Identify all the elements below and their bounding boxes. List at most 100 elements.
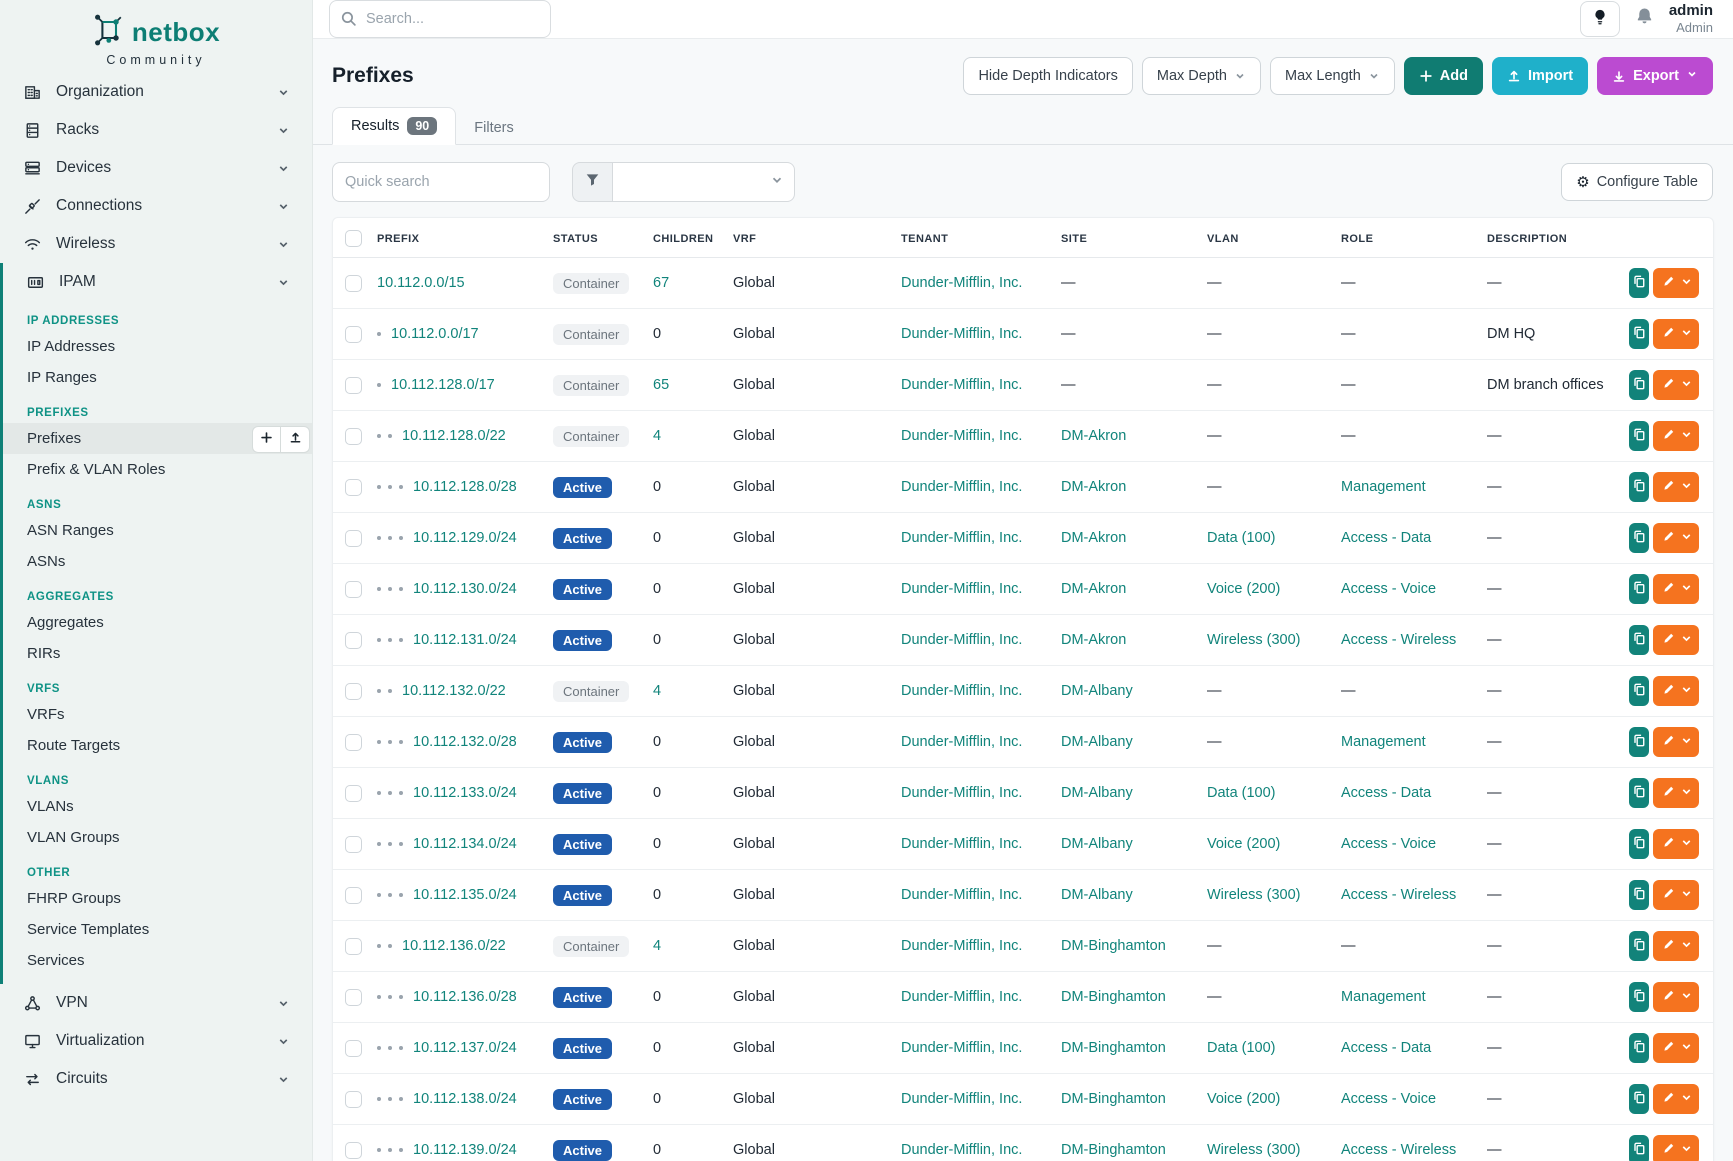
row-checkbox[interactable] (345, 275, 362, 292)
sidebar-item-ip-ranges[interactable]: IP Ranges (3, 362, 312, 393)
site-link[interactable]: DM-Albany (1061, 785, 1133, 801)
prefix-link[interactable]: 10.112.139.0/24 (413, 1142, 517, 1158)
row-checkbox[interactable] (345, 836, 362, 853)
edit-button[interactable] (1653, 1033, 1699, 1063)
column-header-vlan[interactable]: VLAN (1199, 218, 1333, 258)
copy-button[interactable] (1629, 421, 1649, 451)
copy-button[interactable] (1629, 472, 1649, 502)
edit-button[interactable] (1653, 727, 1699, 757)
site-link[interactable]: DM-Binghamton (1061, 989, 1166, 1005)
sidebar-item-circuits[interactable]: Circuits (0, 1060, 312, 1098)
edit-button[interactable] (1653, 319, 1699, 349)
edit-button[interactable] (1653, 676, 1699, 706)
edit-button[interactable] (1653, 1135, 1699, 1161)
row-checkbox[interactable] (345, 326, 362, 343)
site-link[interactable]: DM-Albany (1061, 887, 1133, 903)
saved-filter-select[interactable] (613, 162, 795, 202)
add-button[interactable]: Add (1404, 57, 1483, 95)
copy-button[interactable] (1629, 1084, 1649, 1114)
sidebar-item-devices[interactable]: Devices (0, 149, 312, 187)
sidebar-item-virtualization[interactable]: Virtualization (0, 1022, 312, 1060)
column-header-site[interactable]: SITE (1053, 218, 1199, 258)
vlan-link[interactable]: Data (100) (1207, 1040, 1276, 1056)
edit-button[interactable] (1653, 931, 1699, 961)
sidebar-item-service-templates[interactable]: Service Templates (3, 914, 312, 945)
user-menu[interactable]: admin Admin (1669, 2, 1713, 36)
prefix-link[interactable]: 10.112.133.0/24 (413, 785, 517, 801)
role-link[interactable]: Access - Voice (1341, 1091, 1436, 1107)
theme-toggle-button[interactable] (1580, 1, 1620, 37)
role-link[interactable]: Access - Data (1341, 785, 1431, 801)
tenant-link[interactable]: Dunder-Mifflin, Inc. (901, 887, 1022, 903)
sidebar-item-services[interactable]: Services (3, 945, 312, 976)
row-checkbox[interactable] (345, 887, 362, 904)
quick-import-button[interactable] (281, 426, 310, 453)
tenant-link[interactable]: Dunder-Mifflin, Inc. (901, 836, 1022, 852)
tenant-link[interactable]: Dunder-Mifflin, Inc. (901, 989, 1022, 1005)
copy-button[interactable] (1629, 523, 1649, 553)
site-link[interactable]: DM-Albany (1061, 836, 1133, 852)
copy-button[interactable] (1629, 574, 1649, 604)
edit-button[interactable] (1653, 574, 1699, 604)
vlan-link[interactable]: Voice (200) (1207, 1091, 1280, 1107)
row-checkbox[interactable] (345, 989, 362, 1006)
sidebar-item-ip-addresses[interactable]: IP Addresses (3, 331, 312, 362)
tenant-link[interactable]: Dunder-Mifflin, Inc. (901, 632, 1022, 648)
site-link[interactable]: DM-Albany (1061, 683, 1133, 699)
children-link[interactable]: 4 (653, 938, 661, 954)
tenant-link[interactable]: Dunder-Mifflin, Inc. (901, 683, 1022, 699)
vlan-link[interactable]: Data (100) (1207, 785, 1276, 801)
edit-button[interactable] (1653, 523, 1699, 553)
edit-button[interactable] (1653, 268, 1699, 298)
site-link[interactable]: DM-Binghamton (1061, 1142, 1166, 1158)
quick-add-button[interactable] (252, 426, 281, 453)
copy-button[interactable] (1629, 727, 1649, 757)
row-checkbox[interactable] (345, 683, 362, 700)
prefix-link[interactable]: 10.112.128.0/17 (391, 377, 495, 393)
sidebar-item-prefix-vlan-roles[interactable]: Prefix & VLAN Roles (3, 454, 312, 485)
tenant-link[interactable]: Dunder-Mifflin, Inc. (901, 326, 1022, 342)
row-checkbox[interactable] (345, 1091, 362, 1108)
sidebar-item-ipam[interactable]: IPAM (3, 263, 312, 301)
column-header-prefix[interactable]: PREFIX (369, 218, 545, 258)
row-checkbox[interactable] (345, 734, 362, 751)
tenant-link[interactable]: Dunder-Mifflin, Inc. (901, 1040, 1022, 1056)
site-link[interactable]: DM-Akron (1061, 632, 1126, 648)
sidebar-item-route-targets[interactable]: Route Targets (3, 730, 312, 761)
sidebar-item-connections[interactable]: Connections (0, 187, 312, 225)
sidebar-item-asn-ranges[interactable]: ASN Ranges (3, 515, 312, 546)
tenant-link[interactable]: Dunder-Mifflin, Inc. (901, 377, 1022, 393)
children-link[interactable]: 67 (653, 275, 669, 291)
edit-button[interactable] (1653, 421, 1699, 451)
sidebar-item-vlan-groups[interactable]: VLAN Groups (3, 822, 312, 853)
copy-button[interactable] (1629, 1135, 1649, 1161)
site-link[interactable]: DM-Akron (1061, 428, 1126, 444)
role-link[interactable]: Access - Voice (1341, 836, 1436, 852)
column-header-status[interactable]: STATUS (545, 218, 645, 258)
prefix-link[interactable]: 10.112.0.0/15 (377, 275, 465, 291)
prefix-link[interactable]: 10.112.128.0/22 (402, 428, 506, 444)
copy-button[interactable] (1629, 268, 1649, 298)
copy-button[interactable] (1629, 370, 1649, 400)
row-checkbox[interactable] (345, 581, 362, 598)
prefix-link[interactable]: 10.112.128.0/28 (413, 479, 517, 495)
site-link[interactable]: DM-Akron (1061, 530, 1126, 546)
prefix-link[interactable]: 10.112.135.0/24 (413, 887, 517, 903)
sidebar-item-organization[interactable]: Organization (0, 73, 312, 111)
role-link[interactable]: Access - Data (1341, 530, 1431, 546)
edit-button[interactable] (1653, 829, 1699, 859)
prefix-link[interactable]: 10.112.132.0/28 (413, 734, 517, 750)
vlan-link[interactable]: Voice (200) (1207, 581, 1280, 597)
sidebar-item-vpn[interactable]: VPN (0, 984, 312, 1022)
column-header-description[interactable]: DESCRIPTION (1479, 218, 1621, 258)
site-link[interactable]: DM-Akron (1061, 581, 1126, 597)
role-link[interactable]: Access - Wireless (1341, 1142, 1456, 1158)
role-link[interactable]: Management (1341, 479, 1426, 495)
prefix-link[interactable]: 10.112.129.0/24 (413, 530, 517, 546)
site-link[interactable]: DM-Binghamton (1061, 1040, 1166, 1056)
copy-button[interactable] (1629, 829, 1649, 859)
hide-depth-indicators-button[interactable]: Hide Depth Indicators (963, 57, 1132, 95)
role-link[interactable]: Access - Wireless (1341, 887, 1456, 903)
tenant-link[interactable]: Dunder-Mifflin, Inc. (901, 938, 1022, 954)
row-checkbox[interactable] (345, 785, 362, 802)
